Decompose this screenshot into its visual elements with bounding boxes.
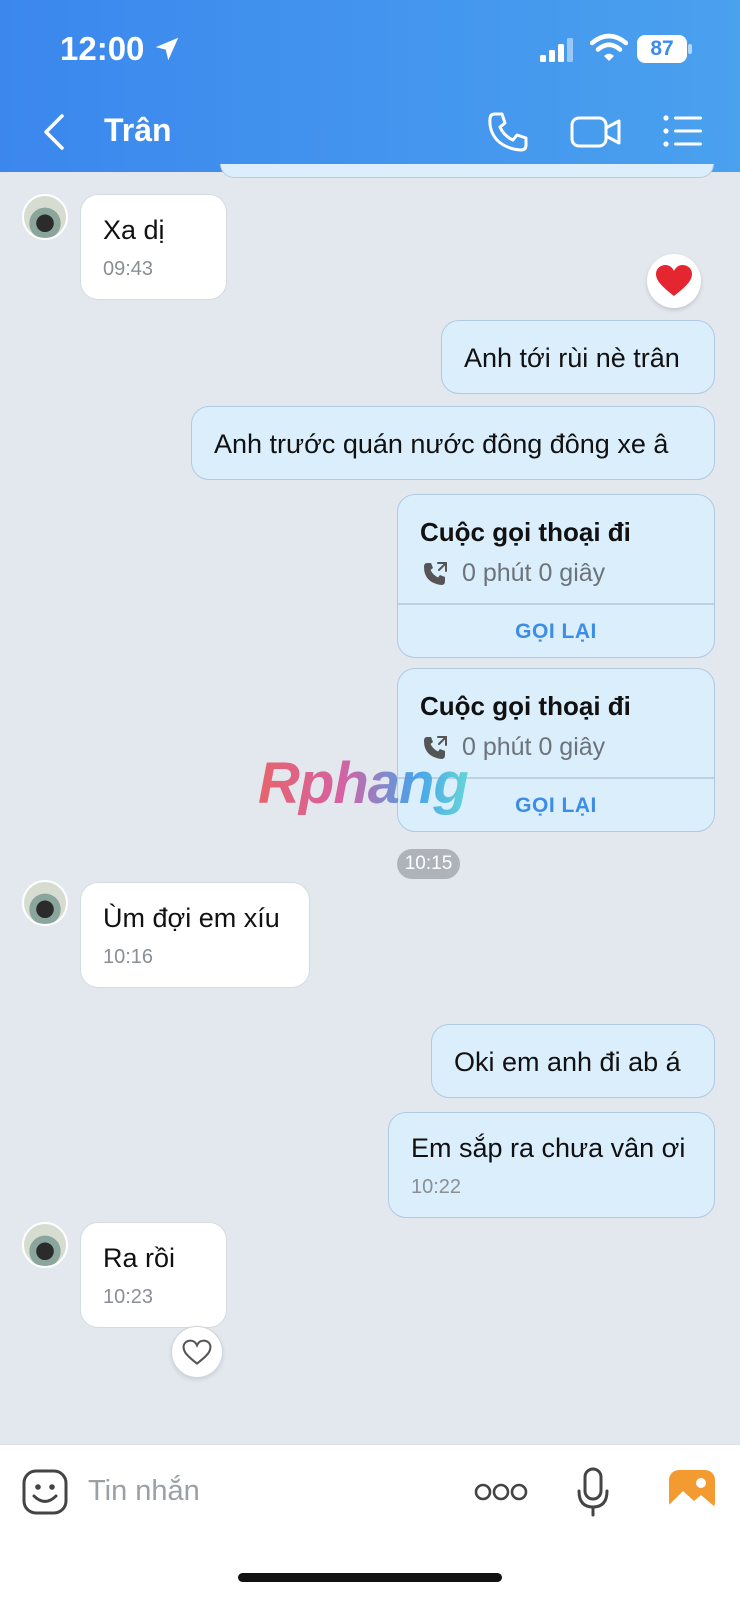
message-input[interactable] bbox=[88, 1465, 438, 1517]
message-list[interactable]: Xa dị 09:43 Anh tới rùi nè trân Anh trướ… bbox=[0, 164, 740, 1444]
phone-outgoing-icon bbox=[424, 562, 447, 585]
heart-outline-icon bbox=[182, 1339, 212, 1365]
call-record-card: Cuộc gọi thoại đi 0 phút 0 giây GỌI LẠI bbox=[397, 494, 715, 658]
time-divider: 10:15 bbox=[397, 849, 460, 879]
message-time: 10:16 bbox=[103, 946, 154, 968]
avatar[interactable] bbox=[22, 194, 68, 240]
battery-icon: 87 bbox=[637, 35, 692, 63]
back-chevron-icon[interactable] bbox=[38, 112, 72, 152]
call-back-button[interactable]: GỌI LẠI bbox=[398, 605, 714, 657]
avatar[interactable] bbox=[22, 1222, 68, 1268]
message-composer bbox=[0, 1444, 740, 1600]
incoming-message[interactable]: Ùm đợi em xíu 10:16 bbox=[80, 882, 310, 988]
message-text: Oki em anh đi ab á bbox=[454, 1047, 681, 1077]
reaction-badge[interactable] bbox=[647, 254, 701, 308]
watermark-logo: Rphang bbox=[258, 751, 469, 816]
more-dots-icon[interactable] bbox=[474, 1481, 528, 1503]
message-text: Ùm đợi em xíu bbox=[103, 903, 280, 933]
microphone-icon[interactable] bbox=[576, 1467, 610, 1517]
heart-icon bbox=[656, 265, 692, 296]
outgoing-message[interactable]: Anh trước quán nước đông đông xe â bbox=[191, 406, 715, 480]
outgoing-message[interactable]: Anh tới rùi nè trân bbox=[441, 320, 715, 394]
previous-message-edge bbox=[220, 164, 714, 178]
message-text: Xa dị bbox=[103, 215, 165, 245]
message-time: 10:22 bbox=[411, 1176, 462, 1198]
list-menu-icon[interactable] bbox=[662, 112, 704, 150]
call-duration: 0 phút 0 giây bbox=[462, 559, 606, 587]
chat-title: Trân bbox=[104, 112, 172, 148]
message-text: Anh trước quán nước đông đông xe â bbox=[214, 429, 669, 459]
phone-icon[interactable] bbox=[486, 110, 530, 154]
home-indicator bbox=[238, 1573, 502, 1582]
react-button[interactable] bbox=[171, 1326, 223, 1378]
avatar[interactable] bbox=[22, 880, 68, 926]
battery-level: 87 bbox=[637, 35, 687, 63]
message-time: 09:43 bbox=[103, 258, 154, 280]
incoming-message[interactable]: Xa dị 09:43 bbox=[80, 194, 227, 300]
video-camera-icon[interactable] bbox=[570, 112, 622, 152]
signal-icon bbox=[540, 38, 573, 62]
outgoing-message[interactable]: Oki em anh đi ab á bbox=[431, 1024, 715, 1098]
location-arrow-icon bbox=[155, 37, 179, 61]
message-text: Em sắp ra chưa vân ơi bbox=[411, 1133, 686, 1163]
outgoing-message[interactable]: Em sắp ra chưa vân ơi 10:22 bbox=[388, 1112, 715, 1218]
incoming-message[interactable]: Ra rồi 10:23 bbox=[80, 1222, 227, 1328]
call-title: Cuộc gọi thoại đi bbox=[420, 517, 631, 547]
call-duration: 0 phút 0 giây bbox=[462, 733, 606, 761]
message-text: Ra rồi bbox=[103, 1243, 176, 1273]
status-time: 12:00 bbox=[60, 30, 145, 67]
message-text: Anh tới rùi nè trân bbox=[464, 343, 680, 373]
message-time: 10:23 bbox=[103, 1286, 154, 1308]
chat-header: 12:00 87 Trân bbox=[0, 0, 740, 172]
sticker-icon[interactable] bbox=[22, 1469, 68, 1515]
wifi-icon bbox=[590, 33, 628, 61]
photo-icon[interactable] bbox=[668, 1469, 716, 1513]
call-title: Cuộc gọi thoại đi bbox=[420, 691, 631, 721]
